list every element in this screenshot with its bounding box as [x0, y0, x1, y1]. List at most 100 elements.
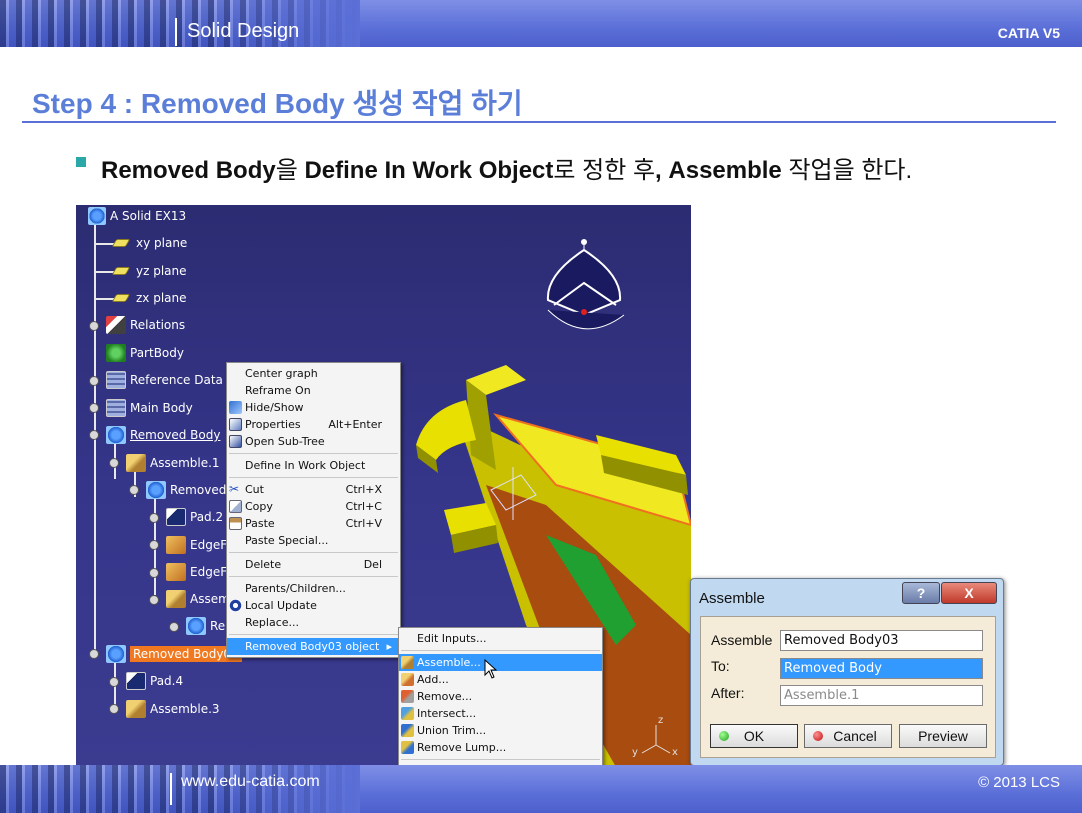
expand-icon[interactable] [149, 568, 159, 578]
tree-node-zx-plane[interactable]: zx plane [111, 288, 187, 308]
menu-separator [229, 453, 398, 454]
menu-item-hide-show[interactable]: Hide/Show [227, 399, 400, 416]
collapse-icon[interactable] [149, 595, 159, 605]
expand-icon[interactable] [109, 677, 119, 687]
compass[interactable] [546, 239, 625, 330]
expand-icon[interactable] [89, 321, 99, 331]
pad-icon [126, 672, 146, 690]
menu-shortcut: Del [363, 558, 382, 571]
preview-button[interactable]: Preview [899, 724, 987, 748]
scissors-icon: ✂ [229, 482, 240, 496]
menu-item-replace[interactable]: Replace... [227, 614, 400, 631]
tree-node-relations[interactable]: Relations [106, 315, 185, 335]
submenu-arrow-icon: ▸ [386, 640, 392, 653]
expand-icon[interactable] [149, 513, 159, 523]
tree-node-assemble-1[interactable]: Assemble.1 [126, 453, 220, 473]
menu-label: Hide/Show [245, 401, 304, 414]
menu-item-paste-special[interactable]: Paste Special... [227, 532, 400, 549]
tree-label: Pad.2 [190, 510, 224, 524]
expand-icon[interactable] [149, 540, 159, 550]
assemble-label: Assemble [711, 632, 773, 648]
collapse-icon[interactable] [89, 649, 99, 659]
remove-lump-icon [401, 741, 414, 754]
menu-item-object-submenu[interactable]: Removed Body03 object ▸ [227, 638, 400, 655]
menu-item-union-trim[interactable]: Union Trim... [399, 722, 602, 739]
menu-item-paste[interactable]: Paste Ctrl+V [227, 515, 400, 532]
catia-viewport[interactable]: z y x A Solid EX13 xy plane yz plane zx … [76, 205, 691, 767]
menu-item-define-in-work-object[interactable]: Define In Work Object [227, 457, 400, 474]
tree-node-partbody[interactable]: PartBody [106, 343, 184, 363]
assemble-field[interactable]: Removed Body03 [780, 630, 983, 651]
menu-item-remove[interactable]: Remove... [399, 688, 602, 705]
body-gear-icon [146, 481, 166, 499]
menu-item-cut[interactable]: ✂ Cut Ctrl+X [227, 481, 400, 498]
tree-node-assemble-3[interactable]: Assemble.3 [126, 699, 220, 719]
expand-icon[interactable] [89, 403, 99, 413]
tree-label: Removed Body [130, 428, 221, 442]
tree-node-xy-plane[interactable]: xy plane [111, 233, 187, 253]
cancel-button[interactable]: Cancel [804, 724, 892, 748]
tree-node-edgefillet-1[interactable]: EdgeFi [166, 535, 230, 555]
menu-label: Assemble... [417, 656, 481, 669]
menu-item-open-sub-tree[interactable]: Open Sub-Tree [227, 433, 400, 450]
menu-separator [229, 477, 398, 478]
collapse-icon[interactable] [129, 485, 139, 495]
assemble-icon [126, 700, 146, 718]
tree-node-pad-4[interactable]: Pad.4 [126, 671, 183, 691]
menu-item-local-update[interactable]: Local Update [227, 597, 400, 614]
menu-label: Local Update [245, 599, 317, 612]
menu-shortcut: Ctrl+V [345, 517, 382, 530]
menu-label: Union Trim... [417, 724, 487, 737]
menu-item-intersect[interactable]: Intersect... [399, 705, 602, 722]
tree-node-removed-body[interactable]: Removed Body [106, 425, 220, 445]
tree-node-yz-plane[interactable]: yz plane [111, 261, 187, 281]
axis-label-z: z [658, 715, 663, 726]
menu-item-center-graph[interactable]: Center graph [227, 365, 400, 382]
tree-node-pad-2[interactable]: Pad.2 [166, 507, 223, 527]
menu-separator [229, 634, 398, 635]
menu-item-assemble[interactable]: Assemble... [399, 654, 602, 671]
remove-icon [401, 690, 414, 703]
context-menu: Center graph Reframe On Hide/Show Proper… [226, 362, 401, 658]
add-icon [401, 673, 414, 686]
tree-node-removed-body03[interactable]: Removed Body03 [106, 644, 242, 664]
close-button[interactable]: X [941, 582, 997, 604]
collapse-icon[interactable] [109, 458, 119, 468]
menu-item-copy[interactable]: Copy Ctrl+C [227, 498, 400, 515]
tree-node-assem[interactable]: Assem [166, 589, 230, 609]
menu-item-reframe-on[interactable]: Reframe On [227, 382, 400, 399]
properties-icon [229, 418, 242, 431]
help-button[interactable]: ? [902, 582, 940, 604]
model-fan [416, 400, 476, 460]
tree-node-re[interactable]: Re [186, 616, 225, 636]
to-field[interactable]: Removed Body [780, 658, 983, 679]
assemble-icon [401, 656, 414, 669]
tree-node-removed[interactable]: Removed [146, 480, 226, 500]
ok-button[interactable]: OK [710, 724, 798, 748]
after-field[interactable]: Assemble.1 [780, 685, 983, 706]
menu-item-parents-children[interactable]: Parents/Children... [227, 580, 400, 597]
menu-item-add[interactable]: Add... [399, 671, 602, 688]
menu-item-properties[interactable]: Properties Alt+Enter [227, 416, 400, 433]
menu-item-edit-inputs[interactable]: Edit Inputs... [399, 630, 602, 647]
tree-node-reference-data[interactable]: Reference Data [106, 370, 223, 390]
main-body-icon [106, 399, 126, 417]
tree-node-main-body[interactable]: Main Body [106, 398, 193, 418]
expand-icon[interactable] [89, 376, 99, 386]
menu-label: Define In Work Object [245, 459, 366, 472]
tree-node-root[interactable]: A Solid EX13 [88, 206, 186, 226]
collapse-icon[interactable] [89, 430, 99, 440]
expand-icon[interactable] [169, 622, 179, 632]
title-divider [22, 121, 1056, 123]
tree-node-edgefillet-2[interactable]: EdgeFi [166, 562, 230, 582]
instruction-part: Removed Body [101, 157, 276, 184]
menu-item-delete[interactable]: Delete Del [227, 556, 400, 573]
header-band: Solid Design CATIA V5 [0, 0, 1082, 47]
instruction-part: 작업을 한다. [781, 157, 913, 184]
expand-icon[interactable] [109, 704, 119, 714]
tree-label: Removed [170, 483, 227, 497]
footer-url: www.edu-catia.com [181, 773, 320, 790]
menu-label: Remove... [417, 690, 473, 703]
menu-item-remove-lump[interactable]: Remove Lump... [399, 739, 602, 756]
tree-label: Re [210, 619, 226, 633]
